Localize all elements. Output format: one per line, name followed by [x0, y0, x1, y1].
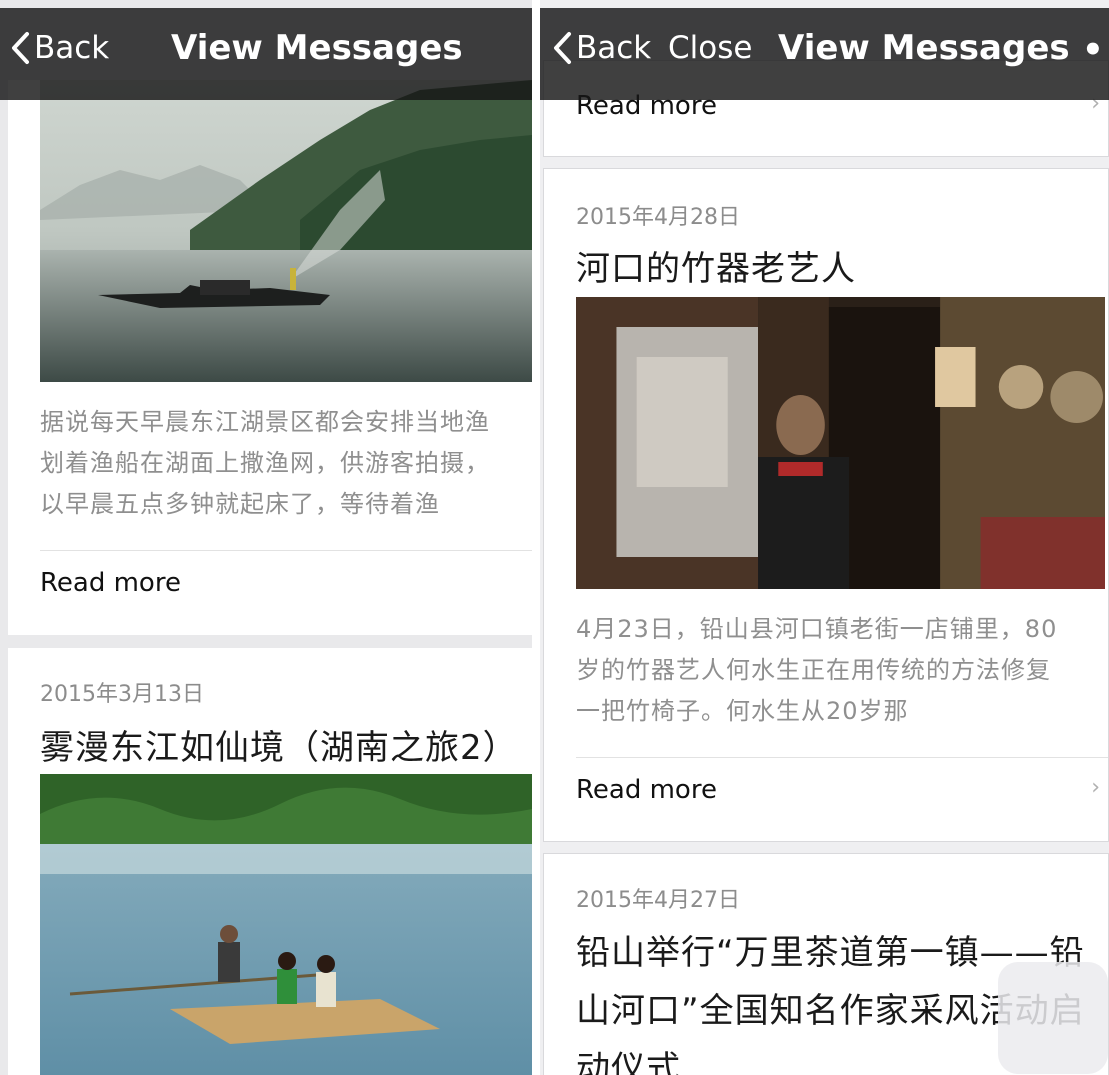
- excerpt-line: 以早晨五点多钟就起床了，等待着渔: [40, 490, 440, 518]
- article-image[interactable]: [576, 297, 1105, 589]
- excerpt-line: 划着渔船在湖面上撒渔网，供游客拍摄，: [40, 449, 490, 477]
- article-title: 河口的竹器老艺人: [576, 249, 856, 289]
- article-image[interactable]: [40, 80, 532, 382]
- chevron-right-icon: ›: [1091, 775, 1100, 800]
- article-date: 2015年4月27日: [576, 888, 740, 913]
- right-screen: Back Close View Messages •• Read more › …: [540, 0, 1109, 1075]
- back-button[interactable]: Back: [10, 30, 109, 66]
- article-image[interactable]: [40, 774, 532, 1075]
- page-title: View Messages: [171, 28, 463, 68]
- article-excerpt: 据说每天早晨东江湖景区都会安排当地渔 划着渔船在湖面上撒渔网，供游客拍摄， 以早…: [40, 402, 526, 525]
- page-title: View Messages: [778, 28, 1070, 68]
- back-label: Back: [34, 30, 110, 66]
- back-label: Back: [576, 30, 652, 66]
- excerpt-line: 据说每天早晨东江湖景区都会安排当地渔: [40, 408, 490, 436]
- article-date: 2015年4月28日: [576, 205, 740, 230]
- article-card[interactable]: 据说每天早晨东江湖景区都会安排当地渔 划着渔船在湖面上撒渔网，供游客拍摄， 以早…: [8, 80, 532, 635]
- close-button[interactable]: Close: [668, 30, 752, 66]
- bamboo-raft-photo: [40, 774, 532, 1075]
- article-title: 雾漫东江如仙境（湖南之旅2）: [40, 728, 518, 768]
- article-card[interactable]: 2015年3月13日 雾漫东江如仙境（湖南之旅2）: [8, 648, 532, 1075]
- divider: [40, 550, 532, 551]
- floating-action-button[interactable]: [998, 962, 1108, 1074]
- chevron-left-icon: [12, 32, 29, 64]
- excerpt-line: 一把竹椅子。何水生从20岁那: [576, 697, 909, 725]
- nav-bar: Back Close View Messages ••: [540, 8, 1109, 100]
- nav-bar: Back View Messages: [0, 8, 532, 100]
- excerpt-line: 岁的竹器艺人何水生正在用传统的方法修复: [576, 656, 1051, 684]
- bamboo-craftsman-photo: [576, 297, 1105, 589]
- read-more-link[interactable]: Read more ›: [576, 775, 1108, 805]
- fishing-boat-photo: [40, 80, 532, 382]
- article-excerpt: 4月23日，铅山县河口镇老街一店铺里，80 岁的竹器艺人何水生正在用传统的方法修…: [576, 609, 1102, 732]
- article-date: 2015年3月13日: [40, 682, 204, 707]
- left-screen: Back View Messages 据说每天早晨东江湖景区都会安排当地渔 划着…: [0, 0, 532, 1075]
- back-button[interactable]: Back: [552, 30, 651, 66]
- read-more-link[interactable]: Read more: [40, 568, 532, 598]
- article-card[interactable]: 2015年4月28日 河口的竹器老艺人 4月23日，铅山县河口镇老街一店铺里，8…: [543, 168, 1109, 842]
- read-more-label: Read more: [576, 775, 717, 805]
- more-options-button[interactable]: ••: [1082, 30, 1109, 70]
- excerpt-line: 4月23日，铅山县河口镇老街一店铺里，80: [576, 615, 1058, 643]
- panel-separator: [532, 0, 540, 1075]
- divider: [576, 757, 1108, 758]
- chevron-left-icon: [554, 32, 571, 64]
